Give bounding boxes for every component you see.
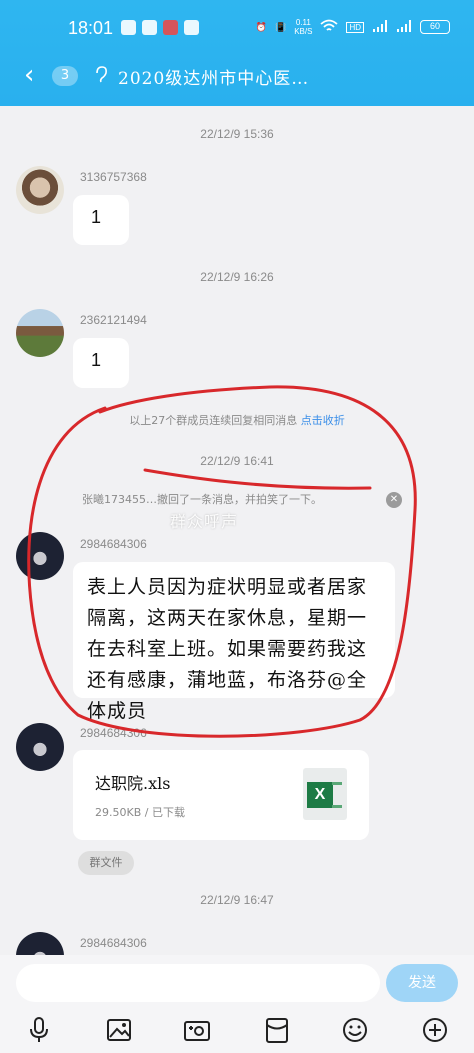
send-button[interactable]: 发送 <box>386 964 458 1002</box>
hd-icon: HD <box>346 21 364 33</box>
net-speed: 0.11 KB/S <box>294 18 312 36</box>
nav-bar: ‹ 3 2020级达州市中心医… <box>0 56 474 106</box>
file-meta: 29.50KB / 已下载 <box>95 806 185 819</box>
excel-file-icon: X <box>303 768 347 820</box>
timestamp: 22/12/9 15:36 <box>200 127 274 141</box>
message-bubble[interactable]: 1 <box>73 338 129 388</box>
clock: 18:01 <box>68 18 114 38</box>
repeat-notice-text: 以上27个群成员连续回复相同消息 <box>129 414 298 427</box>
file-message-card[interactable]: 达职院.xls 29.50KB / 已下载 X <box>73 750 369 840</box>
status-bar: 18:01 ⏰ 📳 0.11 KB/S HD 60 <box>0 0 474 56</box>
message-input[interactable] <box>16 964 380 1002</box>
wifi-icon <box>320 19 339 35</box>
signal-icon-2 <box>396 19 412 35</box>
file-name: 达职院.xls <box>95 774 171 793</box>
close-icon[interactable]: ✕ <box>386 492 402 508</box>
message-icon <box>184 20 199 35</box>
net-speed-unit: KB/S <box>294 27 313 36</box>
notification-icons <box>121 20 199 35</box>
avatar[interactable] <box>16 723 64 771</box>
app-notification-icon <box>163 20 178 35</box>
collapse-link[interactable]: 点击收折 <box>301 414 345 427</box>
alarm-icon: ⏰ <box>255 21 267 32</box>
vibrate-icon: 📳 <box>274 21 287 32</box>
plus-icon[interactable] <box>420 1015 450 1045</box>
signal-icon-1 <box>372 19 388 35</box>
watermark: 群众呼声 <box>170 512 239 531</box>
voice-icon[interactable] <box>24 1015 54 1045</box>
sender-name[interactable]: 2362121494 <box>80 313 147 327</box>
timestamp: 22/12/9 16:41 <box>200 454 274 468</box>
chat-header: 18:01 ⏰ 📳 0.11 KB/S HD 60 ‹ 3 2020级达州市中心… <box>0 0 474 106</box>
message-bubble[interactable]: 1 <box>73 195 129 245</box>
camera-icon[interactable] <box>182 1015 212 1045</box>
sender-name[interactable]: 2984684306 <box>80 537 147 551</box>
unread-badge[interactable]: 3 <box>52 66 78 86</box>
avatar[interactable] <box>16 309 64 357</box>
chat-title[interactable]: 2020级达州市中心医… <box>118 64 309 89</box>
earpiece-mode-icon <box>94 66 108 89</box>
emoji-icon[interactable] <box>340 1015 370 1045</box>
input-bar: 发送 <box>0 955 474 1053</box>
timestamp: 22/12/9 16:47 <box>200 893 274 907</box>
battery-icon: 60 <box>420 20 450 34</box>
recall-notice: 张曦173455…撤回了一条消息，并拍笑了一下。 <box>82 493 322 506</box>
sender-name[interactable]: 2984684306 <box>80 936 147 950</box>
back-arrow-icon[interactable]: ‹ <box>24 62 34 88</box>
image-icon[interactable] <box>104 1015 134 1045</box>
calendar-icon <box>142 20 157 35</box>
wechat-icon <box>121 20 136 35</box>
net-speed-value: 0.11 <box>295 18 311 27</box>
group-file-tag[interactable]: 群文件 <box>78 851 134 875</box>
sender-name[interactable]: 3136757368 <box>80 170 147 184</box>
red-packet-icon[interactable] <box>262 1015 292 1045</box>
input-toolbar <box>0 1015 474 1051</box>
avatar[interactable] <box>16 166 64 214</box>
repeat-notice: 以上27个群成员连续回复相同消息 点击收折 <box>0 412 474 428</box>
system-icons: ⏰ 📳 0.11 KB/S HD 60 <box>256 18 450 36</box>
avatar[interactable] <box>16 532 64 580</box>
message-bubble[interactable]: 表上人员因为症状明显或者居家隔离，这两天在家休息，星期一在去科室上班。如果需要药… <box>73 562 395 722</box>
timestamp: 22/12/9 16:26 <box>200 270 274 284</box>
sender-name[interactable]: 2984684306 <box>80 726 147 740</box>
